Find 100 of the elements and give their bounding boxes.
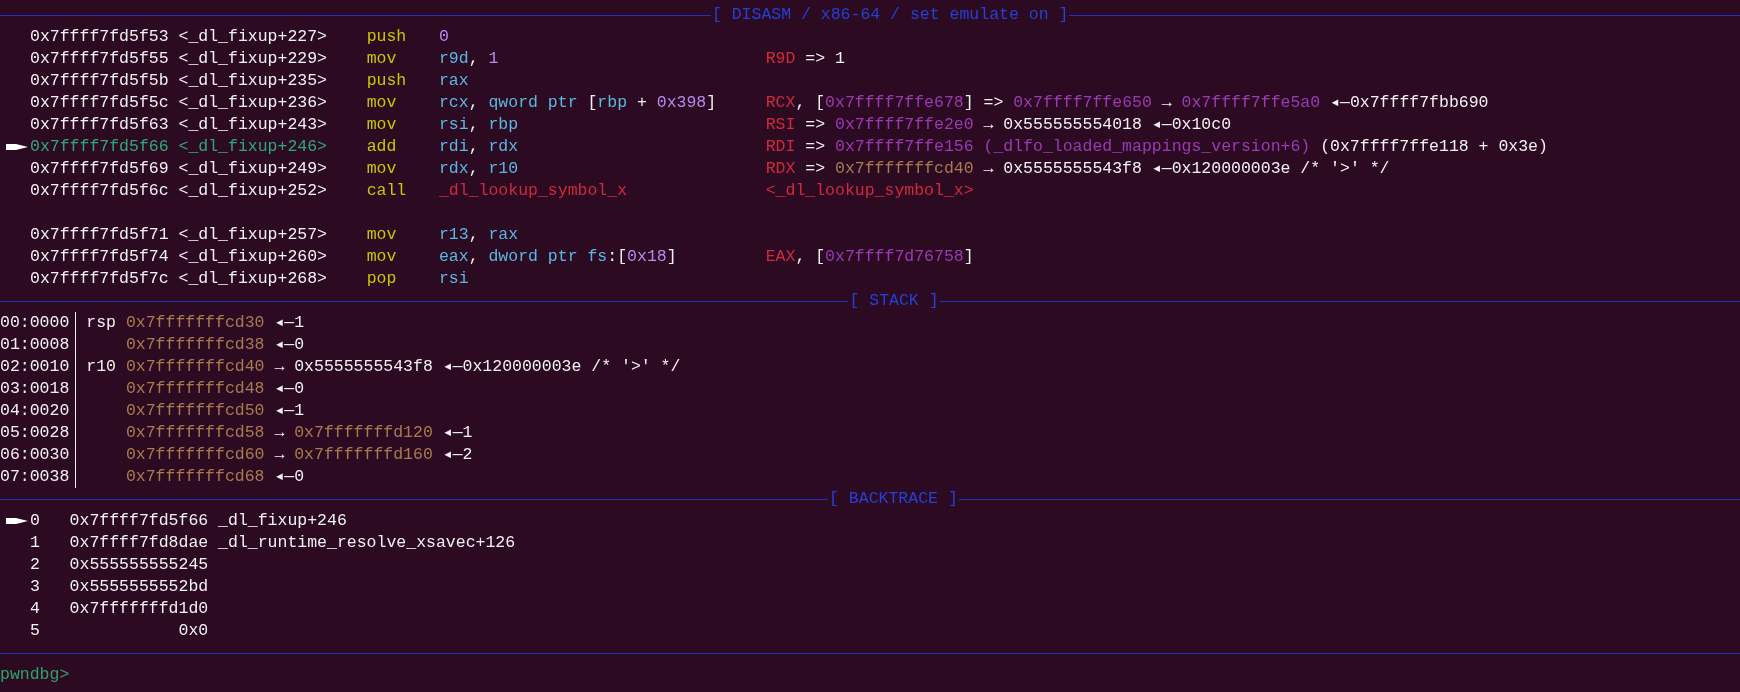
value-text: → xyxy=(983,114,994,136)
section-title: [ STACK ] xyxy=(848,290,940,312)
symbol-offset: <_dl_fixup+235> xyxy=(178,70,328,92)
value-text: ] xyxy=(963,92,974,114)
frame-index: 4 xyxy=(30,598,41,620)
instruction-address: 0x7ffff7fd5f5c xyxy=(30,92,169,114)
heap-address: 0x7ffff7ffe5a0 xyxy=(1181,92,1321,114)
stack-address: 0x7fffffffcd68 xyxy=(125,466,265,488)
register-operand: rdi xyxy=(438,136,469,158)
mnemonic: mov xyxy=(366,158,397,180)
frame-address: 0x7ffff7fd5f66 xyxy=(69,510,209,532)
register-operand: rbp xyxy=(597,92,628,114)
register-name: RDI xyxy=(765,136,796,158)
register-name: RSI xyxy=(765,114,796,136)
mnemonic: push xyxy=(366,70,407,92)
stack-offset: 04:0020 xyxy=(0,400,77,422)
symbol-offset: <_dl_fixup+260> xyxy=(178,246,328,268)
instruction-address: 0x7ffff7fd5f71 xyxy=(30,224,169,246)
value-text: [ xyxy=(815,92,826,114)
symbol-offset: <_dl_fixup+252> xyxy=(178,180,328,202)
stack-offset: 07:0038 xyxy=(0,466,77,488)
register-operand: r9d xyxy=(438,48,469,70)
frame-symbol: _dl_runtime_resolve_xsavec+126 xyxy=(218,532,516,554)
value-text: 0x555555554018 xyxy=(1003,114,1142,136)
instruction-address: 0x7ffff7fd5f6c xyxy=(30,180,169,202)
value-text: ◂—0 xyxy=(274,466,305,488)
heap-address: 0x7ffff7ffe156 xyxy=(835,136,974,158)
instruction-address: 0x7ffff7fd5f69 xyxy=(30,158,169,180)
value-text: => xyxy=(805,136,826,158)
instruction-address: 0x7ffff7fd5f53 xyxy=(30,26,169,48)
mnemonic: call xyxy=(366,180,407,202)
value-text: ] xyxy=(706,92,717,114)
stack-offset: 05:0028 xyxy=(0,422,77,444)
register-operand: rdx xyxy=(438,158,469,180)
instruction-address: 0x7ffff7fd5f55 xyxy=(30,48,169,70)
value-text: ◂—0x10c0 xyxy=(1151,114,1232,136)
instruction-address: 0x7ffff7fd5f5b xyxy=(30,70,169,92)
value-text: , xyxy=(795,246,806,268)
stack-offset: 03:0018 xyxy=(0,378,77,400)
value-text: → xyxy=(983,158,994,180)
symbol-name: _dl_lookup_symbol_x xyxy=(438,180,628,202)
frame-address: 0x555555555245 xyxy=(69,554,209,576)
register-name: R9D xyxy=(765,48,796,70)
value-text: 0x5555555543f8 xyxy=(1003,158,1142,180)
frame-symbol: _dl_fixup+246 xyxy=(218,510,347,532)
register-name: RCX xyxy=(765,92,796,114)
instruction-address: 0x7ffff7fd5f66 xyxy=(30,136,169,158)
register-operand: rsi xyxy=(438,268,469,290)
value-text: ◂—2 xyxy=(442,444,473,466)
value-text: , xyxy=(468,136,479,158)
register-operand: rdx xyxy=(488,136,519,158)
frame-index: 2 xyxy=(30,554,41,576)
value-text: ◂—0x120000003e /* '>' */ xyxy=(1151,158,1390,180)
register-name: RDX xyxy=(765,158,796,180)
value-text: , xyxy=(795,92,806,114)
heap-address: 0x7ffff7ffe650 xyxy=(1013,92,1152,114)
section-title: [ BACKTRACE ] xyxy=(828,488,959,510)
value-text: ◂—1 xyxy=(274,400,305,422)
value-text: ◂—1 xyxy=(274,312,305,334)
value-text: => xyxy=(983,92,1004,114)
stack-address: 0x7fffffffcd60 xyxy=(125,444,265,466)
frame-address: 0x7ffff7fd8dae xyxy=(69,532,209,554)
register-operand: rax xyxy=(438,70,469,92)
mnemonic: mov xyxy=(366,114,397,136)
frame-index: 3 xyxy=(30,576,41,598)
symbol-name: <_dl_lookup_symbol_x> xyxy=(765,180,974,202)
mnemonic: mov xyxy=(366,92,397,114)
value-text: ◂—0x7ffff7fbb690 xyxy=(1330,92,1489,114)
stack-address: 0x7fffffffcd40 xyxy=(835,158,974,180)
stack-offset: 06:0030 xyxy=(0,444,77,466)
value-text: => xyxy=(805,48,826,70)
immediate-value: 0x398 xyxy=(656,92,707,114)
value-text: ] xyxy=(963,246,974,268)
section-title: [ DISASM / x86-64 / set emulate on ] xyxy=(710,4,1070,26)
symbol-offset: <_dl_fixup+268> xyxy=(178,268,328,290)
value-text: → xyxy=(274,444,285,466)
value-text: [ xyxy=(617,246,628,268)
value-text: , xyxy=(468,224,479,246)
stack-address: 0x7fffffffcd58 xyxy=(125,422,265,444)
value-text: , xyxy=(468,114,479,136)
value-text: ] xyxy=(666,246,677,268)
register-operand: rax xyxy=(488,224,519,246)
register-operand: eax xyxy=(438,246,469,268)
register-operand: rsi xyxy=(438,114,469,136)
register-operand: qword ptr xyxy=(488,92,578,114)
instruction-address: 0x7ffff7fd5f7c xyxy=(30,268,169,290)
stack-offset: 02:0010 xyxy=(0,356,77,378)
value-text: (0x7ffff7ffe118 + 0x3e) xyxy=(1320,136,1548,158)
instruction-address: 0x7ffff7fd5f74 xyxy=(30,246,169,268)
value-text: [ xyxy=(815,246,826,268)
register-operand: rcx xyxy=(438,92,469,114)
symbol-offset: <_dl_fixup+257> xyxy=(178,224,328,246)
value-text: + xyxy=(636,92,647,114)
value-text: [ xyxy=(587,92,598,114)
frame-address: 0x0 xyxy=(177,620,209,642)
mnemonic: mov xyxy=(366,246,397,268)
frame-address: 0x7fffffffd1d0 xyxy=(69,598,209,620)
register-label: rsp xyxy=(86,313,116,332)
symbol-offset: <_dl_fixup+249> xyxy=(178,158,328,180)
value-text: 1 xyxy=(835,48,845,70)
